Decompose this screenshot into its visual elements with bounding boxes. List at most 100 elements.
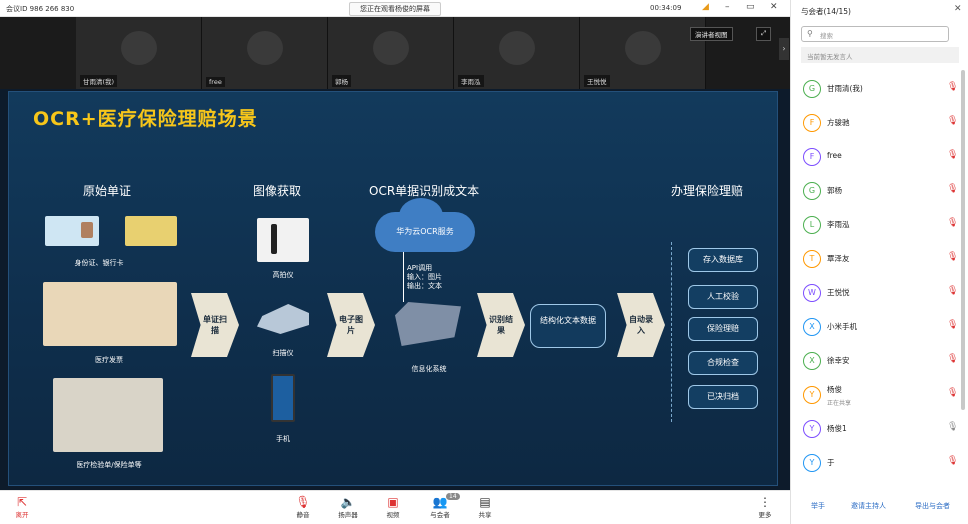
speaker-note: 当前暂无发言人 — [801, 47, 959, 63]
slide-title: OCR+医疗保险理赔场景 — [33, 108, 258, 130]
bank-card-image — [125, 216, 177, 246]
mic-muted-icon[interactable]: 🎙 — [947, 286, 958, 296]
participant-row[interactable]: Y 杨俊1 🎙 — [791, 412, 959, 446]
video-tile-name: 李雨泓 — [458, 75, 484, 87]
ocr-cloud: 华为云OCR服务 — [375, 198, 475, 252]
video-strip: 甘雨清(我) free 郭杨 李雨泓 王悦悦 演讲者视图 ⤢ — [0, 17, 790, 89]
participant-row[interactable]: G 甘雨清(我) 🎙 — [791, 72, 959, 106]
avatar: L — [803, 216, 821, 234]
caption-id-bank: 身份证、银行卡 — [74, 259, 124, 267]
meeting-timer: 00:34:09 — [650, 4, 682, 12]
mic-muted-icon[interactable]: 🎙 — [947, 218, 958, 228]
speaker-icon: 🔈 — [340, 495, 356, 509]
step-manual-check: 人工校验 — [688, 285, 758, 309]
camera-off-icon: ▣ — [387, 495, 399, 509]
participant-row[interactable]: G 郭杨 🎙 — [791, 174, 959, 208]
video-tile[interactable]: 王悦悦 — [580, 17, 706, 89]
raise-hand-button[interactable]: 举手 — [811, 501, 825, 511]
speaker-button[interactable]: 🔈 扬声器 — [328, 495, 368, 519]
divider — [671, 242, 672, 422]
close-icon[interactable]: ✕ — [954, 4, 962, 14]
panel-title: 与会者(14/15) — [801, 7, 851, 16]
search-icon: ⚲ — [807, 29, 813, 38]
participant-name: 徐幸安 — [827, 356, 850, 365]
viewing-banner: 您正在观看杨俊的屏幕 — [349, 2, 441, 16]
invite-host-button[interactable]: 邀请主持人 — [851, 501, 886, 511]
step-compliance: 合规检查 — [688, 351, 758, 375]
participants-panel: 与会者(14/15) ✕ ⚲ 搜索 当前暂无发言人 G 甘雨清(我) 🎙 F 方骏驰 🎙 Ff… — [790, 0, 968, 524]
participant-row[interactable]: L 李雨泓 🎙 — [791, 208, 959, 242]
participant-row[interactable]: W 王悦悦 🎙 — [791, 276, 959, 310]
mic-muted-icon[interactable]: 🎙 — [947, 252, 958, 262]
mic-muted-icon[interactable]: 🎙 — [947, 184, 958, 194]
share-button[interactable]: ▤ 共享 — [465, 495, 505, 519]
search-input[interactable]: ⚲ 搜索 — [801, 26, 949, 42]
heading-ocr: OCR单据识别成文本 — [369, 184, 480, 198]
mic-muted-icon[interactable]: 🎙 — [947, 422, 958, 432]
caption-lab: 医疗检验单/保险单等 — [76, 461, 142, 469]
chevron-right-icon[interactable]: › — [779, 38, 789, 60]
leave-button[interactable]: ⇱ 离开 — [2, 495, 42, 519]
phone-image — [271, 374, 295, 422]
speaker-view-button[interactable]: 演讲者视图 — [690, 27, 733, 41]
exit-icon: ⇱ — [16, 495, 28, 509]
participant-name: 郭杨 — [827, 186, 842, 195]
participant-row[interactable]: X 小米手机 🎙 — [791, 310, 959, 344]
fullscreen-icon[interactable]: ⤢ — [756, 27, 772, 41]
participants-count-badge: 14 — [446, 493, 460, 500]
mic-muted-icon[interactable]: 🎙 — [947, 116, 958, 126]
avatar: F — [803, 148, 821, 166]
participant-row[interactable]: X 徐幸安 🎙 — [791, 344, 959, 378]
step-claims: 保险理赔 — [688, 317, 758, 341]
step-scan: 单证扫描 — [191, 293, 239, 357]
participant-row[interactable]: Ffree 🎙 — [791, 140, 959, 174]
minimize-icon[interactable]: – — [725, 2, 730, 12]
avatar: T — [803, 250, 821, 268]
participant-name: free — [827, 151, 842, 160]
export-participants-button[interactable]: 导出与会者 — [915, 501, 950, 511]
share-icon: ▤ — [479, 495, 491, 509]
mic-muted-icon[interactable]: 🎙 — [947, 354, 958, 364]
shared-screen: OCR+医疗保险理赔场景 原始单证 图像获取 OCR单据识别成文本 办理保险理赔… — [0, 89, 790, 490]
participant-name: 覃泽友 — [827, 254, 850, 263]
caption-phone: 手机 — [276, 435, 290, 443]
avatar: Y — [803, 386, 821, 404]
participant-row[interactable]: T 覃泽友 🎙 — [791, 242, 959, 276]
more-button[interactable]: ⋮ 更多 — [745, 495, 785, 519]
participant-row[interactable]: Y 杨俊 正在共享 🎙 — [791, 378, 959, 412]
scrollbar[interactable] — [961, 70, 965, 410]
slide: OCR+医疗保险理赔场景 原始单证 图像获取 OCR单据识别成文本 办理保险理赔… — [8, 91, 778, 486]
participant-name: 于 — [827, 458, 835, 467]
avatar — [625, 31, 661, 65]
participant-name: 方骏驰 — [827, 118, 850, 127]
restore-icon[interactable]: ▭ — [746, 2, 755, 12]
avatar: X — [803, 352, 821, 370]
step-result: 识别结果 — [477, 293, 525, 357]
participant-name: 甘雨清(我) — [827, 84, 863, 93]
mic-muted-icon[interactable]: 🎙 — [947, 150, 958, 160]
video-tile[interactable]: free — [202, 17, 328, 89]
mic-muted-icon[interactable]: 🎙 — [947, 388, 958, 398]
step-save-db: 存入数据库 — [688, 248, 758, 272]
mic-muted-icon[interactable]: 🎙 — [947, 82, 958, 92]
avatar: X — [803, 318, 821, 336]
close-icon[interactable]: ✕ — [770, 2, 778, 12]
mute-button[interactable]: 🎙 静音 — [283, 495, 323, 519]
participant-row[interactable]: Y 于 🎙 — [791, 446, 959, 480]
more-icon: ⋮ — [759, 495, 771, 509]
meeting-toolbar: ⇱ 离开 🎙 静音 🔈 扬声器 ▣ 视频 👥 与会者 14 ▤ 共享 ⋮ 更多 — [0, 490, 790, 524]
video-tile-name: 甘雨清(我) — [80, 75, 118, 87]
mic-muted-icon[interactable]: 🎙 — [947, 320, 958, 330]
video-button[interactable]: ▣ 视频 — [373, 495, 413, 519]
video-tile[interactable]: 李雨泓 — [454, 17, 580, 89]
video-tile[interactable]: 甘雨清(我) — [76, 17, 202, 89]
video-tile[interactable]: 郭杨 — [328, 17, 454, 89]
participant-name: 李雨泓 — [827, 220, 850, 229]
avatar — [121, 31, 157, 65]
heading-capture: 图像获取 — [253, 184, 302, 198]
participant-row[interactable]: F 方骏驰 🎙 — [791, 106, 959, 140]
caption-doc-camera: 高拍仪 — [272, 271, 294, 279]
step-autoentry: 自动录入 — [617, 293, 665, 357]
mic-muted-icon[interactable]: 🎙 — [947, 456, 958, 466]
avatar: Y — [803, 454, 821, 472]
